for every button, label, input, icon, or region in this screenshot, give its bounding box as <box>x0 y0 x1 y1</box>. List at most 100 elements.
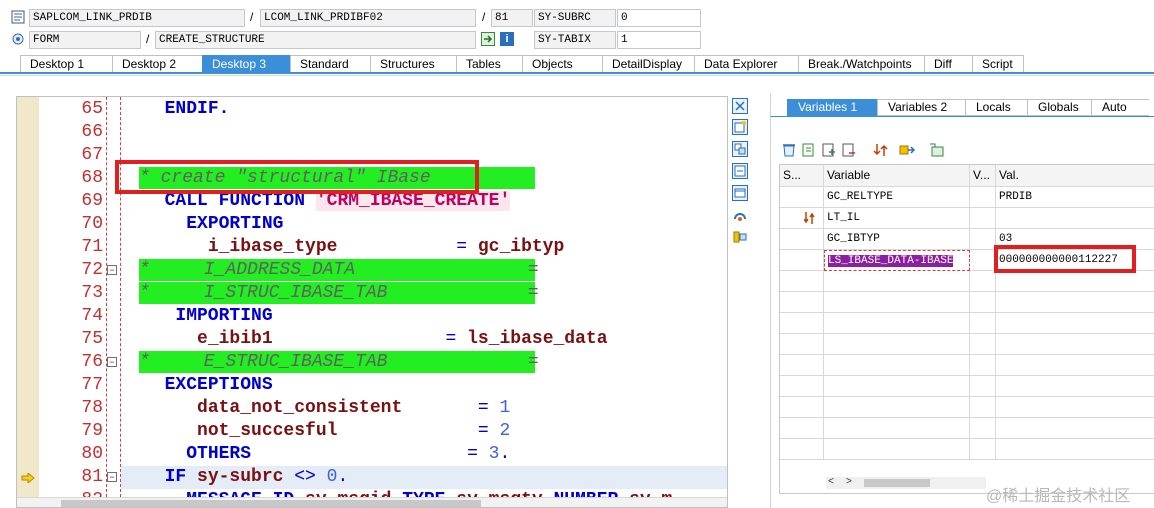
new-tool-icon[interactable] <box>732 119 748 135</box>
empty-cell[interactable] <box>996 376 1154 397</box>
fold-toggle-icon[interactable]: − <box>107 265 117 275</box>
tab-desktop-3[interactable]: Desktop 3 <box>202 55 290 73</box>
empty-cell[interactable] <box>996 334 1154 355</box>
empty-cell[interactable] <box>996 313 1154 334</box>
empty-cell[interactable] <box>996 355 1154 376</box>
code-line[interactable]: 79 not_succesful = 2 <box>17 420 727 443</box>
variable-name-cell[interactable]: LT_IL <box>824 208 970 229</box>
selected-variable-name[interactable]: LS_IBASE_DATA-IBASE <box>828 255 954 267</box>
empty-cell[interactable] <box>780 334 824 355</box>
table-type-icon[interactable] <box>780 208 824 229</box>
filter-icon[interactable] <box>929 142 945 158</box>
empty-cell[interactable] <box>970 355 996 376</box>
empty-cell[interactable] <box>780 229 824 250</box>
empty-cell[interactable] <box>970 397 996 418</box>
empty-cell[interactable] <box>970 334 996 355</box>
code-line[interactable]: 78 data_not_consistent = 1 <box>17 397 727 420</box>
delete-row-icon[interactable] <box>841 142 857 158</box>
code-line[interactable]: 73 * I_STRUC_IBASE_TAB = <box>17 282 727 305</box>
column-header-value[interactable]: Val. <box>996 165 1154 187</box>
editor-horizontal-scrollbar[interactable] <box>17 497 727 507</box>
empty-cell[interactable] <box>970 208 996 229</box>
code-line[interactable]: 75 e_ibib1 = ls_ibase_data <box>17 328 727 351</box>
empty-cell[interactable] <box>824 313 970 334</box>
column-header-variable[interactable]: Variable <box>824 165 970 187</box>
code-line[interactable]: 81− IF sy-subrc <> 0. <box>17 466 727 489</box>
code-line[interactable]: 76− * E_STRUC_IBASE_TAB = <box>17 351 727 374</box>
vtab-auto[interactable]: Auto <box>1091 99 1149 116</box>
swap-tool-icon[interactable] <box>732 141 748 157</box>
code-line[interactable]: 71 i_ibase_type = gc_ibtyp <box>17 236 727 259</box>
empty-cell[interactable] <box>780 187 824 208</box>
empty-cell[interactable] <box>970 271 996 292</box>
delete-icon[interactable] <box>781 142 797 158</box>
replace-tool-icon[interactable] <box>732 163 748 179</box>
empty-cell[interactable] <box>970 439 996 460</box>
tab-objects[interactable]: Objects <box>522 55 602 73</box>
table-horizontal-scrollbar[interactable]: < > <box>826 476 986 489</box>
code-line[interactable]: 70 EXPORTING <box>17 213 727 236</box>
horizontal-scroll-thumb[interactable] <box>61 500 481 507</box>
variable-value-cell[interactable] <box>996 208 1154 229</box>
column-header-status[interactable]: S... <box>780 165 824 187</box>
empty-cell[interactable] <box>996 418 1154 439</box>
code-line[interactable]: 74 IMPORTING <box>17 305 727 328</box>
empty-cell[interactable] <box>996 397 1154 418</box>
empty-cell[interactable] <box>824 271 970 292</box>
empty-cell[interactable] <box>824 376 970 397</box>
empty-cell[interactable] <box>780 292 824 313</box>
empty-cell[interactable] <box>970 376 996 397</box>
source-editor[interactable]: 65 ENDIF. 66 67 68 * create "structural" IBa… <box>16 96 728 508</box>
code-line[interactable]: 80 OTHERS = 3. <box>17 443 727 466</box>
empty-cell[interactable] <box>780 271 824 292</box>
navigate-icon[interactable] <box>481 32 495 46</box>
empty-cell[interactable] <box>780 313 824 334</box>
fold-toggle-icon[interactable]: − <box>107 472 117 482</box>
column-header-version[interactable]: V... <box>970 165 996 187</box>
tab-diff[interactable]: Diff <box>924 55 972 73</box>
table-scroll-thumb[interactable] <box>864 479 930 487</box>
code-line[interactable]: 77 EXCEPTIONS <box>17 374 727 397</box>
vtab-locals[interactable]: Locals <box>965 99 1027 116</box>
empty-cell[interactable] <box>824 439 970 460</box>
info-icon[interactable]: i <box>500 32 514 46</box>
vtab-globals[interactable]: Globals <box>1027 99 1091 116</box>
insert-row-icon[interactable] <box>821 142 837 158</box>
code-line[interactable]: 66 <box>17 121 727 144</box>
empty-cell[interactable] <box>996 439 1154 460</box>
variable-name-cell[interactable]: GC_IBTYP <box>824 229 970 250</box>
empty-cell[interactable] <box>780 376 824 397</box>
tab-standard[interactable]: Standard <box>290 55 370 73</box>
code-line[interactable]: 65 ENDIF. <box>17 98 727 121</box>
tab-structures[interactable]: Structures <box>370 55 456 73</box>
empty-cell[interactable] <box>824 418 970 439</box>
empty-cell[interactable] <box>824 355 970 376</box>
tab-tables[interactable]: Tables <box>456 55 522 73</box>
empty-cell[interactable] <box>970 313 996 334</box>
tab-script[interactable]: Script <box>972 55 1024 73</box>
empty-cell[interactable] <box>824 292 970 313</box>
empty-cell[interactable] <box>970 250 996 271</box>
tab-detaildisplay[interactable]: DetailDisplay <box>602 55 694 73</box>
empty-cell[interactable] <box>780 250 824 271</box>
services-tool-icon[interactable] <box>732 207 748 223</box>
load-variables-icon[interactable] <box>801 142 817 158</box>
empty-cell[interactable] <box>780 355 824 376</box>
variable-value-cell[interactable]: PRDIB <box>996 187 1154 208</box>
fold-toggle-icon[interactable]: − <box>107 357 117 367</box>
vtab-variables-1[interactable]: Variables 1 <box>787 99 877 116</box>
empty-cell[interactable] <box>970 187 996 208</box>
empty-cell[interactable] <box>970 418 996 439</box>
empty-cell[interactable] <box>996 271 1154 292</box>
variable-name-cell[interactable]: LS_IBASE_DATA-IBASE <box>824 250 970 271</box>
empty-cell[interactable] <box>824 334 970 355</box>
tab-break-watchpoints[interactable]: Break./Watchpoints <box>798 55 924 73</box>
settings-tool-icon[interactable] <box>732 229 748 245</box>
empty-cell[interactable] <box>780 397 824 418</box>
variable-name-cell[interactable]: GC_RELTYPE <box>824 187 970 208</box>
sort-icon[interactable] <box>873 142 889 158</box>
empty-cell[interactable] <box>970 292 996 313</box>
maximize-tool-icon[interactable] <box>732 185 748 201</box>
empty-cell[interactable] <box>996 292 1154 313</box>
vtab-variables-2[interactable]: Variables 2 <box>877 99 965 116</box>
